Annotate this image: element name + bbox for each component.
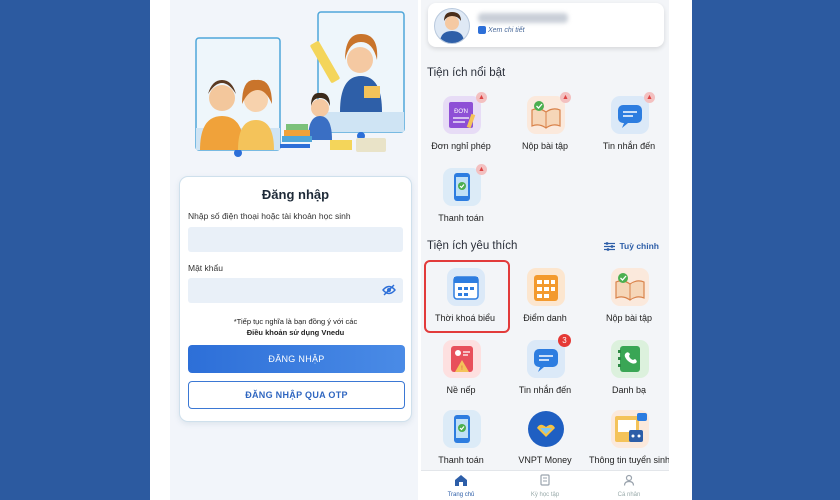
nav-personal[interactable]: Cá nhân: [589, 473, 669, 498]
tile-label: Thông tin tuyển sinh: [589, 455, 669, 465]
nav-label: Kỳ học tập: [530, 492, 560, 498]
contacts-icon: [611, 340, 649, 378]
tile-homework[interactable]: ▲ Nộp bài tập: [505, 90, 585, 162]
home-screen: Xem chi tiết Tiện ích nổi bật ĐƠN ▲ Đơn …: [421, 0, 669, 500]
terms-text: *Tiếp tục nghĩa là bạn đồng ý với các Đi…: [180, 316, 411, 338]
blurred-user-name: [478, 13, 568, 23]
tile-conduct[interactable]: ! Nề nếp: [421, 334, 501, 406]
tile-leave-form[interactable]: ĐƠN ▲ Đơn nghỉ phép: [421, 90, 501, 162]
conduct-icon: !: [443, 340, 481, 378]
message-icon: [611, 96, 649, 134]
bottom-navigation: Trang chủ Kỳ học tập Cá nhân: [421, 470, 669, 500]
eye-slash-icon[interactable]: [382, 284, 396, 296]
message-icon: [527, 340, 565, 378]
hot-icon: ▲: [476, 164, 487, 175]
tile-vnpt-money[interactable]: VNPT Money: [505, 404, 585, 476]
phone-label: Nhập số điện thoại hoặc tài khoản học si…: [188, 211, 351, 221]
view-details-link[interactable]: Xem chi tiết: [478, 26, 525, 34]
tile-label: Đơn nghỉ phép: [431, 141, 491, 151]
tile-enrollment-info[interactable]: Thông tin tuyển sinh: [589, 404, 669, 476]
tile-label: Nộp bài tập: [605, 313, 653, 323]
tile-label: Thanh toán: [438, 455, 484, 465]
link-icon: [478, 26, 486, 34]
nav-label: Cá nhân: [617, 492, 641, 498]
attendance-icon: [527, 268, 565, 306]
password-input[interactable]: [188, 278, 403, 303]
login-screen: Đăng nhập Nhập số điện thoại hoặc tài kh…: [170, 0, 418, 500]
otp-login-button[interactable]: ĐĂNG NHẬP QUA OTP: [188, 381, 405, 409]
tile-messages-fav[interactable]: 3 Tin nhắn đến: [505, 334, 585, 406]
avatar: [434, 8, 470, 44]
hot-icon: ▲: [560, 92, 571, 103]
enrollment-info-icon: [611, 410, 649, 448]
phone-payment-icon: [443, 168, 481, 206]
hot-icon: ▲: [476, 92, 487, 103]
tile-label: Tin nhắn đến: [518, 385, 572, 395]
tile-payment[interactable]: ▲ Thanh toán: [421, 162, 501, 234]
phone-payment-icon: [443, 410, 481, 448]
login-card: Đăng nhập Nhập số điện thoại hoặc tài kh…: [179, 176, 412, 422]
view-details-label: Xem chi tiết: [488, 26, 525, 34]
tile-contacts[interactable]: Danh bạ: [589, 334, 669, 406]
tile-attendance[interactable]: Điểm danh: [505, 262, 585, 334]
tile-payment-fav[interactable]: Thanh toán: [421, 404, 501, 476]
unread-badge: 3: [558, 334, 571, 347]
sliders-icon: [604, 242, 616, 252]
customize-button[interactable]: Tuỳ chỉnh: [604, 241, 659, 252]
tile-label: Danh bạ: [611, 385, 647, 395]
tile-messages[interactable]: ▲ Tin nhắn đến: [589, 90, 669, 162]
terms-link[interactable]: Điều khoản sử dụng Vnedu: [180, 327, 411, 338]
login-button[interactable]: ĐĂNG NHẬP: [188, 345, 405, 373]
phone-input[interactable]: [188, 227, 403, 252]
hot-icon: ▲: [644, 92, 655, 103]
study-term-icon: [540, 474, 550, 486]
terms-line: *Tiếp tục nghĩa là bạn đồng ý với các: [233, 317, 358, 326]
family-teacher-illustration: [170, 0, 418, 165]
profile-card[interactable]: Xem chi tiết: [428, 3, 664, 47]
tile-label: Nề nếp: [446, 385, 476, 395]
nav-home[interactable]: Trang chủ: [421, 473, 501, 498]
nav-study-term[interactable]: Kỳ học tập: [505, 473, 585, 498]
calendar-icon: [447, 268, 485, 306]
tile-label: Thời khoá biểu: [435, 313, 495, 323]
avatar-person-icon: [440, 12, 464, 43]
tile-timetable[interactable]: Thời khoá biểu: [425, 262, 505, 334]
homework-book-icon: [611, 268, 649, 306]
person-icon: [623, 474, 635, 486]
password-label: Mật khẩu: [188, 263, 223, 273]
favorites-section-title: Tiện ích yêu thích: [427, 240, 518, 252]
nav-label: Trang chủ: [447, 492, 475, 498]
tile-homework-fav[interactable]: Nộp bài tập: [589, 262, 669, 334]
featured-section-title: Tiện ích nổi bật: [427, 67, 506, 79]
tile-label: VNPT Money: [518, 455, 572, 465]
home-icon: [455, 475, 467, 486]
leave-form-icon: ĐƠN: [443, 96, 481, 134]
tile-label: Điểm danh: [523, 313, 567, 323]
customize-label: Tuỳ chỉnh: [619, 241, 659, 251]
leave-form-icon-text: ĐƠN: [454, 109, 468, 115]
tile-label: Tin nhắn đến: [602, 141, 656, 151]
tile-label: Nộp bài tập: [521, 141, 569, 151]
homework-book-icon: [527, 96, 565, 134]
tile-label: Thanh toán: [438, 213, 484, 223]
vnpt-money-icon: [528, 411, 564, 447]
login-title: Đăng nhập: [261, 187, 330, 202]
